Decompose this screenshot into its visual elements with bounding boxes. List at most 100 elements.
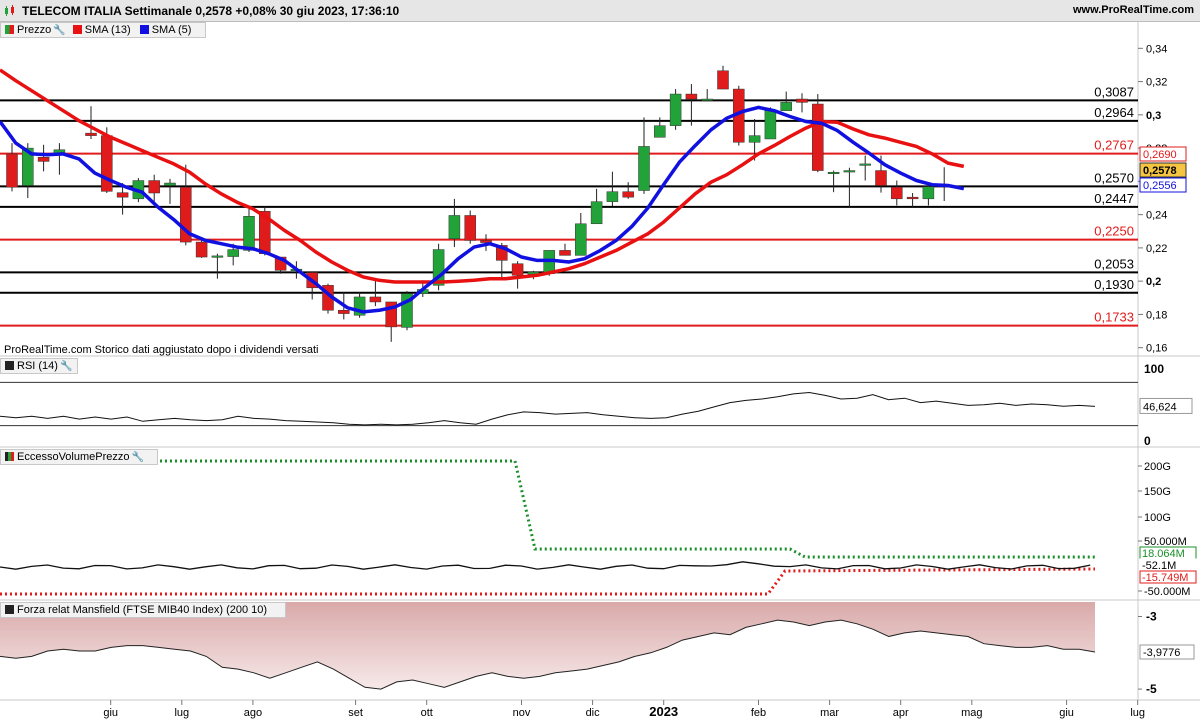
candle-body xyxy=(796,98,808,103)
candle-body xyxy=(906,196,919,200)
volume-legend[interactable]: EccessoVolumePrezzo 🔧 xyxy=(0,449,158,465)
candle xyxy=(464,210,476,244)
candle-body xyxy=(827,171,840,174)
y-tick-label: 0,16 xyxy=(1146,343,1167,355)
y-tick-label: 0,22 xyxy=(1146,243,1167,255)
candle-body xyxy=(464,215,476,241)
wrench-icon[interactable]: 🔧 xyxy=(53,24,65,38)
candle xyxy=(511,261,524,289)
mansfield-tick-label: -3 xyxy=(1146,610,1157,624)
x-tick-label: lug xyxy=(174,707,189,719)
y-tick-label: 0,3 xyxy=(1146,110,1161,122)
candle xyxy=(401,291,413,331)
rsi-tick-label: 100 xyxy=(1144,362,1164,376)
last-value-label: 0,2578 xyxy=(1143,165,1177,177)
candle-body xyxy=(116,192,129,198)
rsi-legend[interactable]: RSI (14) 🔧 xyxy=(0,358,78,374)
rsi-line xyxy=(0,391,1096,426)
rsi-last-label: 46,624 xyxy=(1143,401,1177,413)
candle-body xyxy=(575,223,587,256)
x-tick-label: nov xyxy=(513,707,531,719)
candle-body xyxy=(685,93,698,100)
candle-body xyxy=(891,186,903,200)
x-tick-label: lug xyxy=(1130,707,1145,719)
rsi-tick-label: 0 xyxy=(1144,434,1151,448)
candle xyxy=(575,212,587,256)
candle xyxy=(243,208,255,253)
rsi-swatch-icon xyxy=(5,361,14,370)
candle-body xyxy=(101,135,113,192)
candle-body xyxy=(638,146,650,191)
candle xyxy=(891,180,903,206)
y-tick-label: 0,24 xyxy=(1146,210,1167,222)
chart-title: TELECOM ITALIA Settimanale 0,2578 +0,08%… xyxy=(22,4,400,18)
price-swatch-icon xyxy=(5,25,14,34)
candle-body xyxy=(654,125,666,138)
y-tick-label: 0,32 xyxy=(1146,77,1167,89)
price-legend-label: Prezzo xyxy=(17,24,52,36)
mansfield-last-label: -3,9776 xyxy=(1143,647,1180,659)
candle xyxy=(685,84,698,126)
candle xyxy=(701,89,713,101)
candle xyxy=(859,155,871,181)
candle-body xyxy=(669,93,682,126)
last-value-label: 0,2556 xyxy=(1143,180,1177,192)
candle xyxy=(922,185,935,206)
level-label: 0,3087 xyxy=(1094,84,1134,99)
x-tick-label: apr xyxy=(893,707,909,719)
candle xyxy=(906,193,919,208)
volume-last-label: 18.064M xyxy=(1142,548,1185,560)
candle-body xyxy=(922,186,935,200)
candle xyxy=(717,65,729,90)
y-tick-label: 0,2 xyxy=(1146,276,1161,288)
x-tick-label: dic xyxy=(586,707,601,719)
candle-body xyxy=(85,132,97,136)
x-tick-label: ott xyxy=(421,707,433,719)
candle xyxy=(796,93,808,113)
volume-legend-label: EccessoVolumePrezzo xyxy=(17,451,130,463)
candle-body xyxy=(211,255,224,258)
rsi-legend-label: RSI (14) xyxy=(17,360,58,372)
x-tick-label: 2023 xyxy=(649,704,678,719)
level-label: 0,2964 xyxy=(1094,105,1134,120)
volume-tick-label: 50.000M xyxy=(1144,536,1187,548)
sma13-swatch-icon xyxy=(72,25,82,34)
candle-body xyxy=(701,98,713,101)
wrench-icon[interactable]: 🔧 xyxy=(60,360,72,374)
candle-body xyxy=(843,170,856,173)
volume-tick-label: -50.000M xyxy=(1144,586,1190,598)
x-tick-label: mar xyxy=(820,707,839,719)
sma13-line xyxy=(0,68,965,284)
y-tick-label: 0,34 xyxy=(1146,43,1167,55)
level-label: 0,2250 xyxy=(1094,224,1134,239)
volume-lower-line xyxy=(0,567,1096,596)
level-label: 0,2447 xyxy=(1094,191,1134,206)
level-label: 0,1733 xyxy=(1094,310,1134,325)
sma5-legend-label: SMA (5) xyxy=(151,24,192,36)
x-tick-label: giu xyxy=(1059,707,1074,719)
candle xyxy=(559,243,571,256)
x-tick-label: feb xyxy=(751,707,766,719)
data-note: ProRealTime.com Storico dati aggiustato … xyxy=(4,344,319,356)
candle-body xyxy=(148,180,160,194)
level-label: 0,2570 xyxy=(1094,170,1134,185)
candle xyxy=(37,144,50,172)
x-tick-label: giu xyxy=(103,707,118,719)
mansfield-legend[interactable]: Forza relat Mansfield (FTSE MIB40 Index)… xyxy=(0,602,286,618)
volume-excess-line xyxy=(0,561,1091,570)
candle-body xyxy=(622,191,634,198)
candle-body xyxy=(338,310,350,314)
mansfield-legend-label: Forza relat Mansfield (FTSE MIB40 Index)… xyxy=(17,604,268,616)
sma13-legend-label: SMA (13) xyxy=(84,24,131,36)
candlestick-logo-icon xyxy=(5,5,14,16)
candle-body xyxy=(780,102,792,111)
candle-body xyxy=(875,170,887,186)
candle xyxy=(53,143,66,175)
candle xyxy=(164,178,176,204)
price-legend[interactable]: Prezzo 🔧 SMA (13) SMA (5) xyxy=(0,22,206,38)
x-tick-label: mag xyxy=(961,707,982,719)
mansfield-swatch-icon xyxy=(5,605,14,614)
wrench-icon[interactable]: 🔧 xyxy=(132,451,144,465)
x-tick-label: set xyxy=(348,707,363,719)
candle xyxy=(827,170,840,193)
